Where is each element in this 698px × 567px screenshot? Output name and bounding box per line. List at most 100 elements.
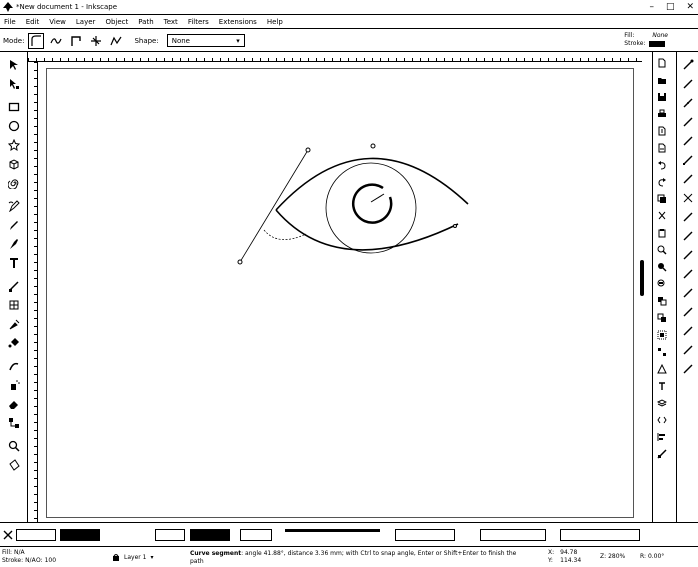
- zoom-page-button[interactable]: [655, 277, 669, 291]
- layers-button[interactable]: [655, 396, 669, 410]
- paraxial-mode-button[interactable]: [88, 33, 104, 49]
- bspline-mode-button[interactable]: [68, 33, 84, 49]
- save-button[interactable]: [655, 90, 669, 104]
- connector-tool[interactable]: [5, 414, 23, 432]
- 3dbox-tool[interactable]: [5, 155, 23, 173]
- text-tool[interactable]: [5, 254, 23, 272]
- sequence-mode-button[interactable]: [108, 33, 124, 49]
- paste-button[interactable]: [655, 226, 669, 240]
- snap-smooth-nodes-button[interactable]: [681, 229, 695, 243]
- palette-swatch[interactable]: [155, 529, 185, 541]
- bezier-mode-button[interactable]: [28, 32, 45, 49]
- snap-bbox-edges-button[interactable]: [681, 96, 695, 110]
- menu-text[interactable]: Text: [164, 18, 178, 26]
- node-tool[interactable]: [5, 75, 23, 93]
- palette-swatch[interactable]: [285, 529, 380, 541]
- palette-swatch[interactable]: [480, 529, 546, 541]
- style-indicator[interactable]: Fill: None Stroke:: [624, 32, 668, 48]
- mesh-tool[interactable]: [5, 296, 23, 314]
- snap-line-midpoints-button[interactable]: [681, 248, 695, 262]
- dropper-tool[interactable]: [5, 315, 23, 333]
- duplicate-button[interactable]: [655, 294, 669, 308]
- palette-swatch[interactable]: [560, 529, 640, 541]
- pencil-tool[interactable]: [5, 216, 23, 234]
- undo-button[interactable]: [655, 158, 669, 172]
- shape-select[interactable]: None ▾: [166, 34, 245, 47]
- close-icon[interactable]: ✕: [686, 2, 694, 12]
- fill-stroke-button[interactable]: [655, 362, 669, 376]
- snap-toggle-button[interactable]: [681, 58, 695, 72]
- palette-swatch[interactable]: [190, 529, 230, 541]
- circle-tool[interactable]: [5, 117, 23, 135]
- align-button[interactable]: [655, 430, 669, 444]
- drawing-canvas[interactable]: [38, 62, 642, 522]
- xml-editor-button[interactable]: [655, 413, 669, 427]
- paint-bucket-tool[interactable]: [5, 334, 23, 352]
- snap-guides-button[interactable]: [681, 362, 695, 376]
- vertical-ruler[interactable]: [28, 62, 38, 522]
- tweak-tool[interactable]: [5, 357, 23, 375]
- menu-file[interactable]: File: [4, 18, 16, 26]
- snap-centers-button[interactable]: [681, 267, 695, 281]
- none-swatch-icon[interactable]: [3, 530, 13, 540]
- snap-paths-button[interactable]: [681, 172, 695, 186]
- selector-tool[interactable]: [5, 56, 23, 74]
- calligraphy-tool[interactable]: [5, 235, 23, 253]
- horizontal-ruler[interactable]: [28, 52, 642, 62]
- menu-view[interactable]: View: [49, 18, 66, 26]
- spiral-tool[interactable]: [5, 174, 23, 192]
- palette-swatch[interactable]: [240, 529, 272, 541]
- snap-rotation-centers-button[interactable]: [681, 286, 695, 300]
- open-button[interactable]: [655, 73, 669, 87]
- redo-button[interactable]: [655, 175, 669, 189]
- new-document-button[interactable]: [655, 56, 669, 70]
- menu-edit[interactable]: Edit: [26, 18, 40, 26]
- group-button[interactable]: [655, 328, 669, 342]
- snap-bbox-midpoints-button[interactable]: [681, 134, 695, 148]
- snap-bbox-button[interactable]: [681, 77, 695, 91]
- menu-filters[interactable]: Filters: [188, 18, 209, 26]
- palette-swatch[interactable]: [395, 529, 455, 541]
- ungroup-button[interactable]: [655, 345, 669, 359]
- eraser-tool[interactable]: [5, 395, 23, 413]
- zoom-drawing-button[interactable]: [655, 260, 669, 274]
- snap-text-baseline-button[interactable]: [681, 305, 695, 319]
- snap-cusp-nodes-button[interactable]: [681, 210, 695, 224]
- gradient-tool[interactable]: [5, 277, 23, 295]
- status-fill-stroke[interactable]: Fill: N/A Stroke: N/A: [2, 549, 36, 565]
- zoom-selection-button[interactable]: [655, 243, 669, 257]
- spiro-mode-button[interactable]: [48, 33, 64, 49]
- clone-button[interactable]: [655, 311, 669, 325]
- print-button[interactable]: [655, 107, 669, 121]
- cut-button[interactable]: [655, 209, 669, 223]
- menu-extensions[interactable]: Extensions: [219, 18, 257, 26]
- maximize-icon[interactable]: □: [666, 2, 675, 12]
- zoom-field[interactable]: Z: 280%: [600, 553, 625, 560]
- snap-intersections-button[interactable]: [681, 191, 695, 205]
- palette-swatch[interactable]: [60, 529, 100, 541]
- copy-button[interactable]: [655, 192, 669, 206]
- minimize-icon[interactable]: –: [649, 2, 654, 12]
- zoom-tool[interactable]: [5, 437, 23, 455]
- menu-help[interactable]: Help: [267, 18, 283, 26]
- rotation-field[interactable]: R: 0.00°: [640, 553, 664, 560]
- export-button[interactable]: [655, 141, 669, 155]
- menu-path[interactable]: Path: [138, 18, 153, 26]
- menu-object[interactable]: Object: [105, 18, 128, 26]
- snap-page-border-button[interactable]: [681, 324, 695, 338]
- lock-icon[interactable]: [112, 553, 120, 561]
- import-button[interactable]: [655, 124, 669, 138]
- rect-tool[interactable]: [5, 98, 23, 116]
- opacity-field[interactable]: O: 100: [36, 557, 56, 564]
- pen-tool[interactable]: [5, 197, 23, 215]
- vertical-scrollbar[interactable]: [640, 260, 644, 296]
- snap-nodes-button[interactable]: [681, 153, 695, 167]
- text-font-button[interactable]: [655, 379, 669, 393]
- palette-swatch[interactable]: [16, 529, 56, 541]
- preferences-button[interactable]: [655, 447, 669, 461]
- snap-bbox-corners-button[interactable]: [681, 115, 695, 129]
- spray-tool[interactable]: [5, 376, 23, 394]
- layer-selector[interactable]: Layer 1 ▾: [113, 553, 153, 561]
- snap-grids-button[interactable]: [681, 343, 695, 357]
- menu-layer[interactable]: Layer: [76, 18, 96, 26]
